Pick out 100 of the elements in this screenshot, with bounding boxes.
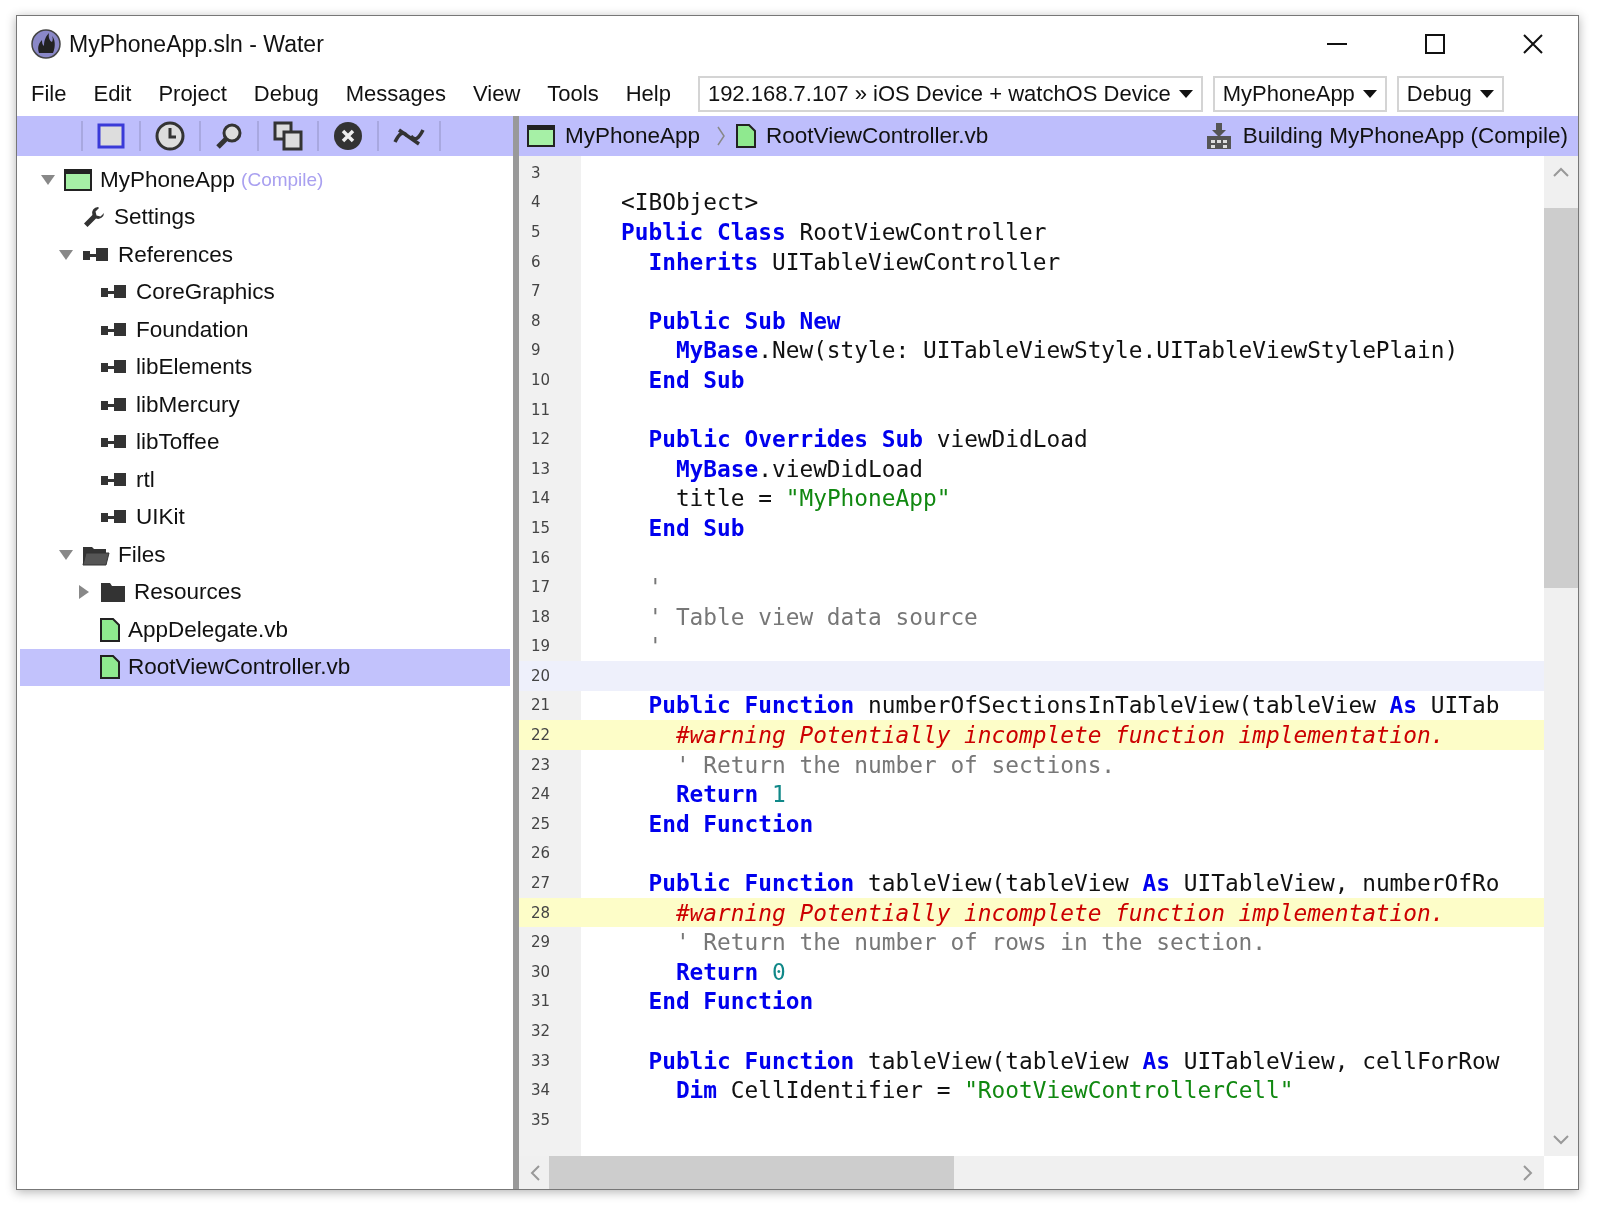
tree-item[interactable]: CoreGraphics — [20, 273, 510, 311]
line-number: 26 — [530, 844, 552, 863]
line-number: 6 — [530, 252, 542, 271]
dropdown[interactable]: 192.168.7.107 » iOS Device + watchOS Device — [697, 76, 1203, 112]
code-line: Return 0 — [674, 958, 786, 985]
code-line: ' Return the number of sections. — [674, 751, 1116, 778]
menu-item[interactable]: View — [473, 81, 521, 107]
dropdown[interactable]: Debug — [1396, 76, 1504, 112]
line-number: 23 — [530, 755, 552, 774]
tree-item[interactable]: UIKit — [20, 498, 510, 536]
tree-item[interactable]: Foundation — [20, 311, 510, 349]
app-logo-icon — [31, 29, 61, 59]
line-number: 15 — [530, 518, 552, 537]
scroll-left-icon[interactable] — [529, 1163, 541, 1182]
build-icon — [1204, 122, 1233, 150]
menu-item[interactable]: Help — [625, 81, 671, 107]
menu-item[interactable]: Tools — [547, 81, 599, 107]
close-circle-icon[interactable] — [333, 121, 363, 151]
scroll-right-icon[interactable] — [1522, 1163, 1534, 1182]
code-line: ' — [647, 574, 663, 601]
tree-item[interactable]: libToffee — [20, 423, 510, 461]
expanded-arrow-icon[interactable] — [59, 248, 73, 261]
menu-item[interactable]: Edit — [93, 81, 132, 107]
line-number: 33 — [530, 1051, 552, 1070]
tree-item[interactable]: Files — [20, 536, 510, 574]
code-line: End Function — [647, 810, 814, 837]
code-line: MyBase.viewDidLoad — [674, 455, 923, 482]
tree-item[interactable]: References — [20, 236, 510, 274]
line-number: 29 — [530, 933, 552, 952]
reference-icon — [100, 359, 128, 376]
tree-item[interactable]: Settings — [20, 198, 510, 236]
line-number: 14 — [530, 489, 552, 508]
menu-item[interactable]: Debug — [253, 81, 319, 107]
menu-item[interactable]: Messages — [345, 81, 446, 107]
line-number: 28 — [530, 903, 552, 922]
line-number: 34 — [530, 1081, 552, 1100]
reference-icon — [100, 284, 128, 301]
line-number: 25 — [530, 814, 552, 833]
dropdown[interactable]: MyPhoneApp — [1212, 76, 1387, 112]
tree-item[interactable]: MyPhoneApp (Compile) — [20, 161, 510, 199]
line-number: 10 — [530, 370, 552, 389]
menu-item[interactable]: Project — [158, 81, 227, 107]
line-number: 9 — [530, 341, 542, 360]
code-line: Public Overrides Sub viewDidLoad — [647, 426, 1088, 453]
code-editor[interactable] — [519, 156, 1544, 1156]
tree-item[interactable]: Resources — [20, 573, 510, 611]
code-line: Public Function tableView(tableView As UITableView, numberOfRo — [647, 870, 1500, 897]
tree-item[interactable]: rtl — [20, 461, 510, 499]
code-line: ' Return the number of rows in the section. — [674, 929, 1267, 956]
scrollbar-thumb[interactable] — [549, 1156, 954, 1189]
maximize-icon — [1424, 33, 1446, 55]
reference-icon — [100, 396, 128, 413]
line-number: 12 — [530, 430, 552, 449]
breadcrumb-item[interactable]: RootViewController.vb — [766, 123, 989, 149]
search-icon[interactable] — [215, 122, 243, 150]
vertical-scrollbar[interactable] — [1544, 156, 1578, 1156]
code-line: Public Sub New — [647, 307, 841, 334]
tree-item[interactable]: AppDelegate.vb — [20, 611, 510, 649]
code-line: End Function — [647, 988, 814, 1015]
build-action-label: (Compile) — [241, 168, 324, 191]
line-number: 27 — [530, 874, 552, 893]
tree-item[interactable]: libElements — [20, 348, 510, 386]
line-number: 30 — [530, 962, 552, 981]
line-number: 5 — [530, 223, 542, 241]
reference-icon — [100, 321, 128, 338]
file-icon — [100, 617, 120, 642]
code-line: #warning Potentially incomplete function implementation. — [674, 722, 1445, 749]
breadcrumb-item[interactable]: MyPhoneApp — [565, 123, 701, 149]
code-line: ' Table view data source — [647, 603, 978, 630]
expanded-arrow-icon[interactable] — [59, 548, 73, 561]
line-number: 19 — [530, 637, 552, 656]
line-number: 13 — [530, 459, 552, 478]
window-icon — [527, 125, 555, 147]
code-line: ' — [647, 633, 663, 660]
horizontal-scrollbar[interactable] — [519, 1156, 1544, 1189]
menu-item[interactable]: File — [31, 81, 67, 107]
code-line: Dim CellIdentifier = "RootViewControllerCell" — [674, 1077, 1294, 1104]
window-icon — [64, 168, 92, 191]
folder-icon — [100, 581, 126, 604]
tree-item[interactable]: libMercury — [20, 386, 510, 424]
tree-item[interactable]: RootViewController.vb — [20, 648, 510, 686]
expanded-arrow-icon[interactable] — [41, 173, 55, 186]
line-number: 32 — [530, 1022, 552, 1040]
caret-icon — [1479, 89, 1494, 99]
line-number: 7 — [530, 282, 542, 301]
line-number: 11 — [530, 400, 552, 419]
line-number: 20 — [530, 666, 552, 685]
clock-icon[interactable] — [155, 121, 185, 151]
copy-icon[interactable] — [273, 121, 303, 151]
square-icon[interactable] — [97, 123, 125, 149]
scrollbar-thumb[interactable] — [1544, 208, 1578, 588]
scroll-up-icon[interactable] — [1552, 166, 1570, 178]
line-number: 21 — [530, 696, 552, 715]
code-line: title = "MyPhoneApp" — [674, 485, 951, 512]
reference-icon — [100, 434, 128, 451]
line-number: 4 — [530, 193, 542, 212]
line-number: 17 — [530, 578, 552, 597]
caret-icon — [1178, 89, 1193, 99]
scroll-down-icon[interactable] — [1552, 1134, 1570, 1146]
collapsed-arrow-icon[interactable] — [78, 585, 90, 600]
